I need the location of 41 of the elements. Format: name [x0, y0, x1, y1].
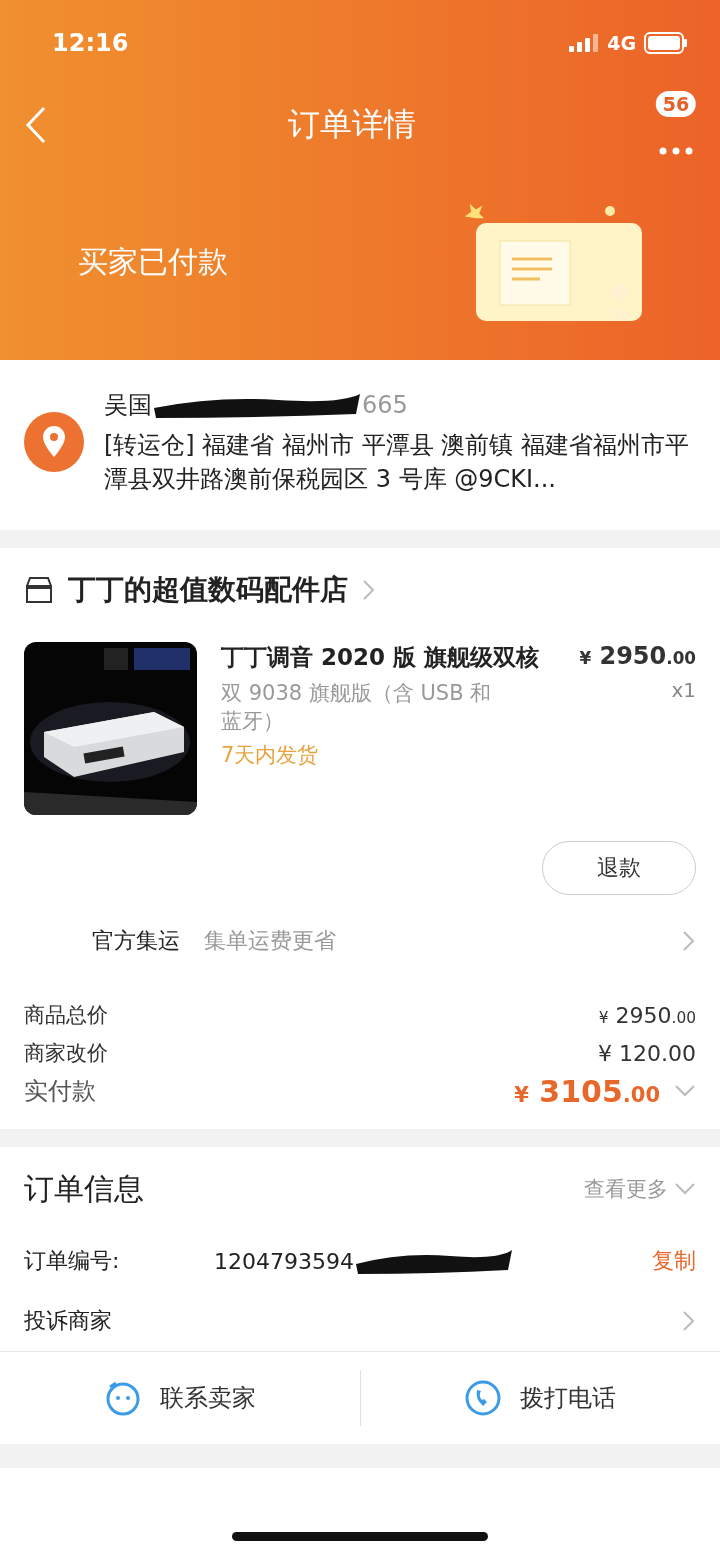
- phone-number: 665: [362, 391, 408, 419]
- total-label: 实付款: [24, 1076, 96, 1107]
- shop-icon: [24, 576, 54, 604]
- product-title: 丁丁调音 2020 版 旗舰级双核: [221, 643, 541, 672]
- chevron-right-icon: [362, 579, 376, 601]
- page-title: 订单详情: [288, 104, 416, 145]
- battery-icon: [644, 31, 688, 54]
- signal-icon: [569, 33, 600, 52]
- product-quantity: x1: [671, 678, 696, 702]
- shipping-address: [转运仓] 福建省 福州市 平潭县 澳前镇 福建省福州市平潭县双井路澳前保税园区 3 号库 @9CKI...: [104, 430, 690, 495]
- shipping-label: 官方集运: [92, 927, 180, 955]
- total-label: 商品总价: [24, 1002, 108, 1029]
- order-status: 买家已付款: [78, 243, 228, 281]
- phone-icon: [464, 1379, 503, 1417]
- chevron-right-icon: [682, 1310, 696, 1332]
- total-amount: ¥ 120.00: [598, 1040, 696, 1066]
- total-label: 商家改价: [24, 1040, 108, 1067]
- total-amount: ¥ 2950.00: [598, 1002, 696, 1028]
- contact-button[interactable]: 联系卖家: [0, 1352, 360, 1444]
- back-icon[interactable]: [24, 106, 48, 144]
- message-count-badge: 56: [655, 91, 697, 117]
- total-amount: ¥ 3105.00: [514, 1073, 660, 1109]
- product-variant: 双 9038 旗舰版（含 USB 和蓝牙）: [221, 680, 493, 735]
- chevron-right-icon: [682, 930, 696, 952]
- order-number: 1204793594: [214, 1248, 354, 1274]
- complain-link[interactable]: 投诉商家: [24, 1306, 682, 1336]
- shop-name[interactable]: 丁丁的超值数码配件店: [68, 571, 348, 609]
- chevron-down-icon: [674, 1182, 696, 1196]
- delivery-time: 7天内发货: [221, 742, 320, 769]
- network-label: 4G: [607, 31, 636, 54]
- product-price: ¥ 2950.00: [579, 642, 696, 670]
- status-time: 12:16: [52, 28, 129, 57]
- refund-button[interactable]: 退款: [542, 841, 696, 895]
- chevron-down-icon: [674, 1084, 696, 1098]
- order-number-label: 订单编号:: [24, 1247, 121, 1275]
- recipient-name: 吴国: [104, 390, 152, 421]
- shipping-hint: 集单运费更省: [204, 927, 337, 955]
- location-pin-icon: [24, 412, 84, 472]
- contact-button[interactable]: 拨打电话: [359, 1370, 720, 1426]
- section-title: 订单信息: [24, 1169, 144, 1208]
- more-icon[interactable]: [659, 147, 693, 155]
